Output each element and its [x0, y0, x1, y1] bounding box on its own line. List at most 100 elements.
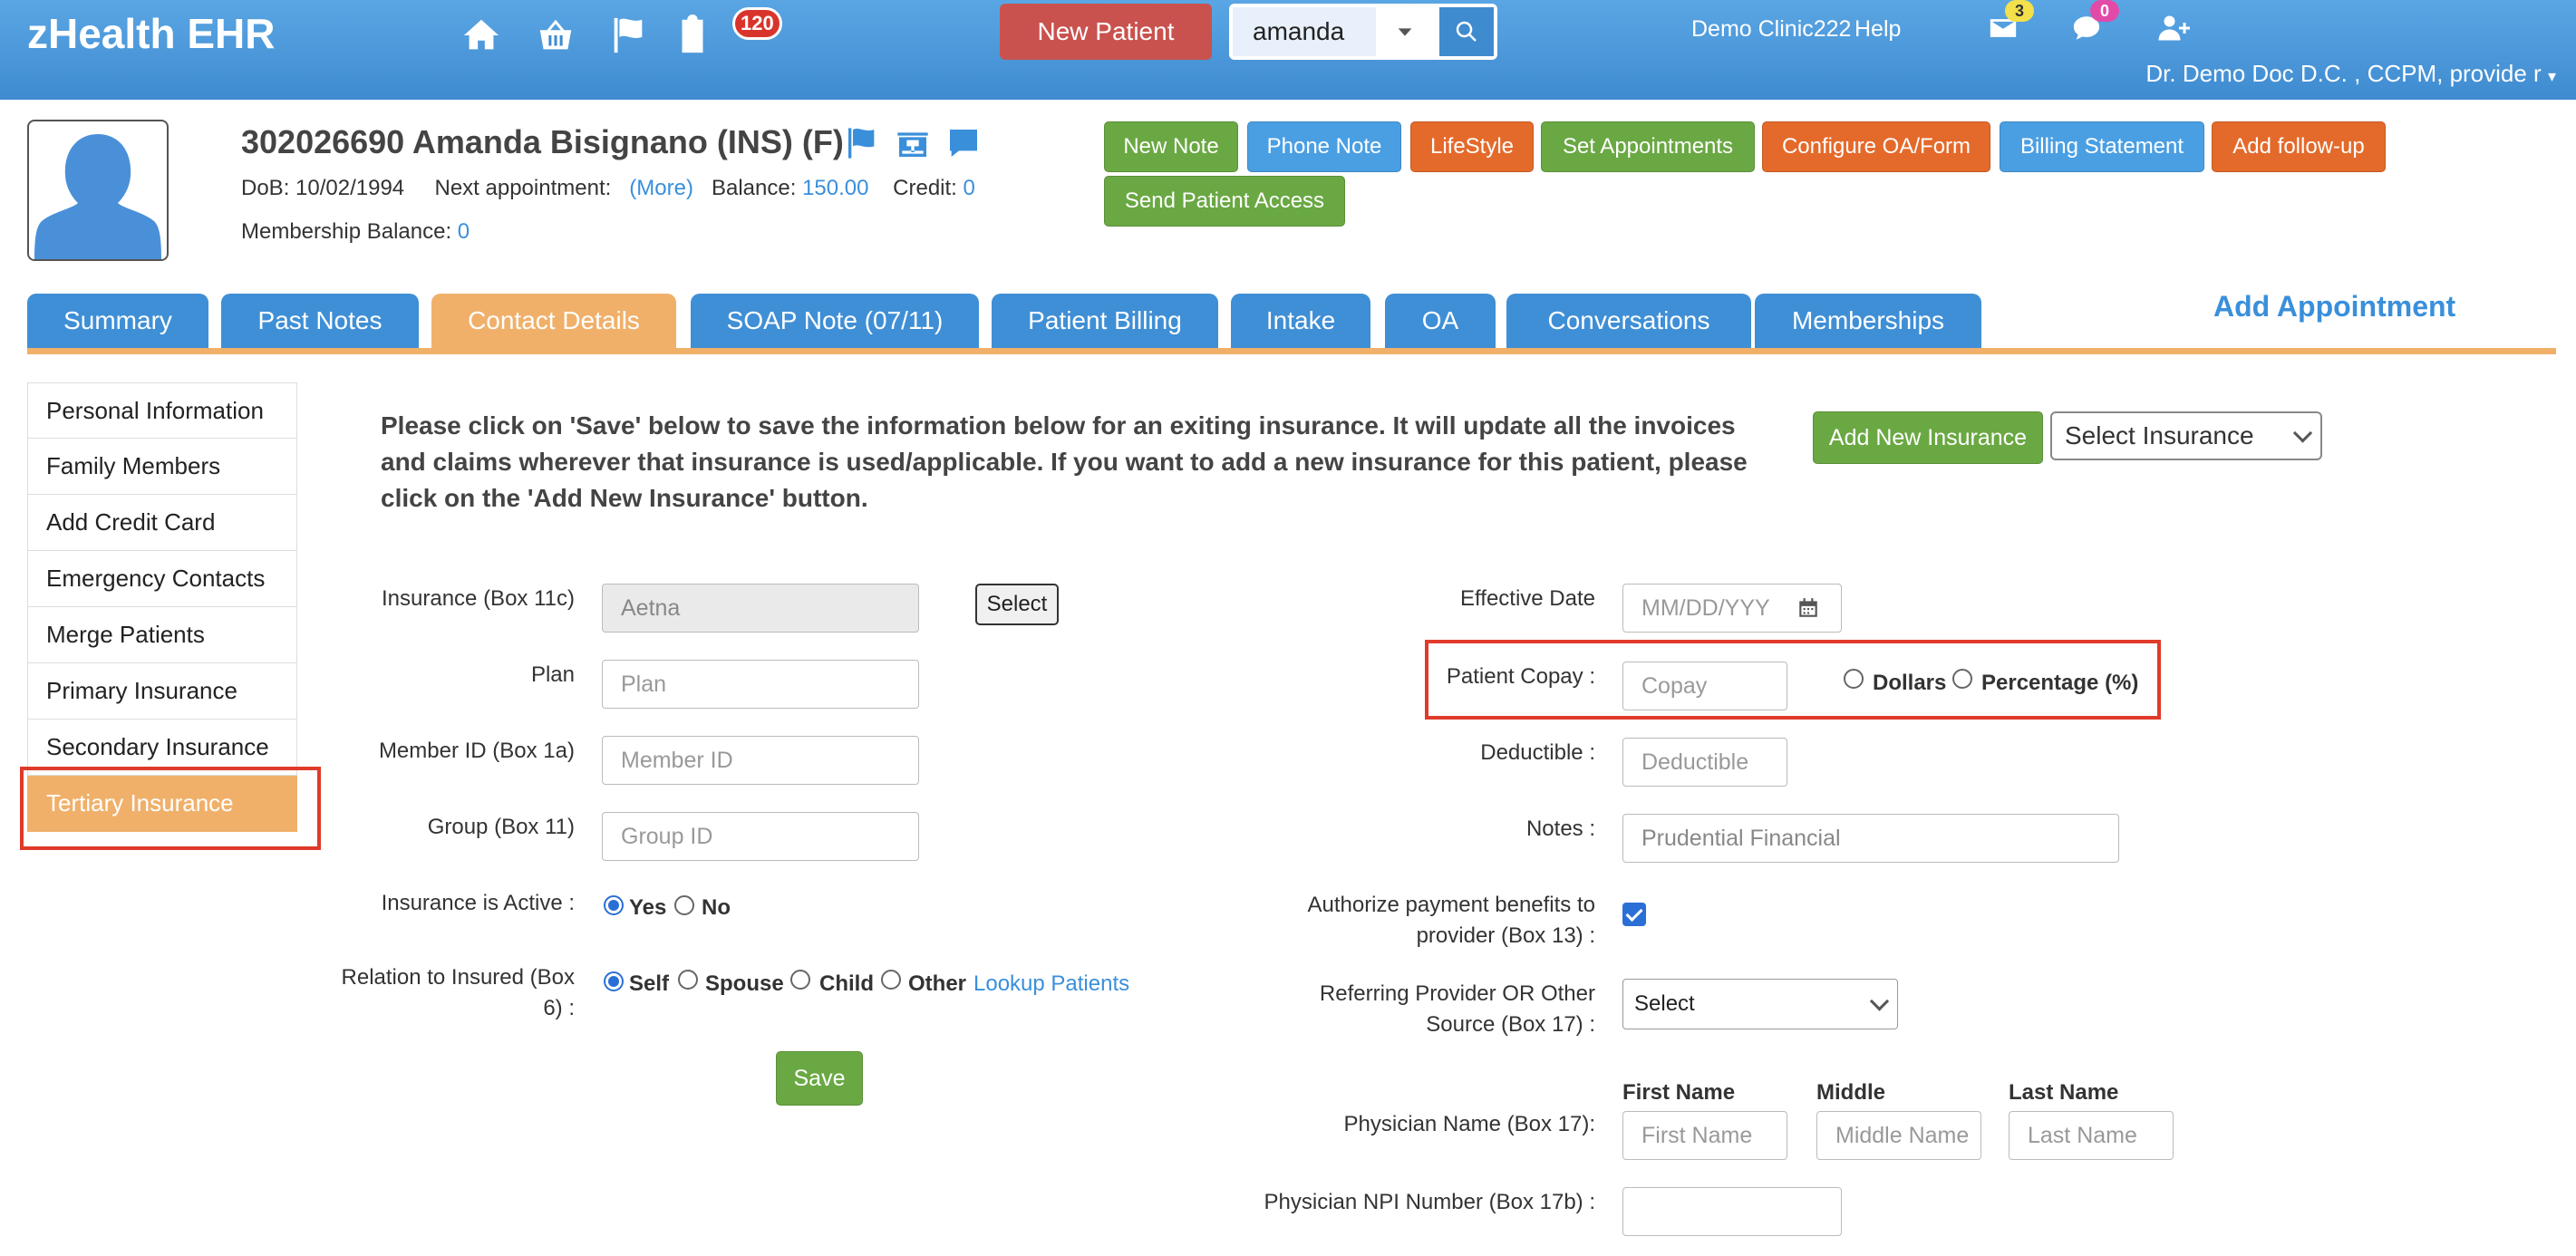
- relation-spouse-label[interactable]: Spouse: [705, 971, 784, 997]
- authorize-label-line2: provider (Box 13) :: [1416, 923, 1595, 948]
- relation-label: Relation to Insured (Box 6) :: [342, 962, 575, 1024]
- patient-avatar[interactable]: [27, 120, 169, 261]
- flag-icon[interactable]: [605, 13, 652, 58]
- balance-value[interactable]: 150.00: [802, 176, 868, 200]
- notes-input[interactable]: Prudential Financial: [1622, 814, 2119, 863]
- insurance-select-button[interactable]: Select: [975, 584, 1059, 625]
- active-no-label[interactable]: No: [702, 895, 731, 921]
- active-yes-radio[interactable]: [604, 895, 624, 915]
- tab-intake[interactable]: Intake: [1231, 294, 1370, 348]
- member-id-input[interactable]: Member ID: [602, 736, 919, 785]
- mail-count-badge: 3: [2005, 0, 2034, 22]
- patient-name: 302026690 Amanda Bisignano (INS) (F): [241, 123, 844, 160]
- tab-contact-details[interactable]: Contact Details: [431, 294, 676, 348]
- authorize-checkbox[interactable]: [1622, 903, 1646, 926]
- user-name: Dr. Demo Doc D.C. , CCPM, provide r: [2145, 60, 2542, 87]
- lookup-patients-link[interactable]: Lookup Patients: [973, 971, 1129, 997]
- save-button[interactable]: Save: [776, 1051, 863, 1106]
- balance-label: Balance:: [711, 176, 797, 200]
- clinic-link[interactable]: Demo Clinic222: [1691, 16, 1851, 43]
- relation-child-radio[interactable]: [790, 970, 810, 990]
- first-name-header: First Name: [1622, 1080, 1736, 1105]
- sidebar-item-emergency-contacts[interactable]: Emergency Contacts: [27, 551, 297, 607]
- comment-icon[interactable]: [944, 125, 983, 161]
- add-user-icon[interactable]: [2150, 5, 2197, 51]
- billing-statement-button[interactable]: Billing Statement: [2000, 121, 2204, 172]
- sidebar-item-family-members[interactable]: Family Members: [27, 439, 297, 495]
- basket-icon[interactable]: [532, 13, 579, 58]
- membership-value[interactable]: 0: [458, 219, 470, 244]
- home-icon[interactable]: [458, 13, 505, 58]
- lifestyle-button[interactable]: LifeStyle: [1410, 121, 1534, 172]
- chevron-down-icon: [1869, 991, 1890, 1011]
- select-insurance-dropdown[interactable]: Select Insurance: [2050, 411, 2322, 460]
- clipboard-icon[interactable]: [669, 13, 716, 58]
- tab-past-notes[interactable]: Past Notes: [221, 294, 419, 348]
- relation-label-line1: Relation to Insured (Box: [341, 965, 575, 990]
- tab-patient-billing[interactable]: Patient Billing: [992, 294, 1218, 348]
- tab-memberships[interactable]: Memberships: [1755, 294, 1981, 348]
- relation-spouse-radio[interactable]: [678, 970, 698, 990]
- relation-label-line2: 6) :: [543, 996, 575, 1020]
- flag-icon[interactable]: [843, 125, 881, 161]
- plan-input[interactable]: Plan: [602, 660, 919, 709]
- next-appointment-label: Next appointment:: [434, 176, 612, 200]
- search-button[interactable]: [1439, 7, 1494, 56]
- user-menu[interactable]: Dr. Demo Doc D.C. , CCPM, provide r ▾: [2145, 60, 2556, 88]
- active-yes-label[interactable]: Yes: [629, 895, 666, 921]
- physician-name-label: Physician Name (Box 17):: [1343, 1112, 1595, 1136]
- more-link[interactable]: (More): [629, 176, 693, 200]
- credit-value[interactable]: 0: [964, 176, 975, 200]
- tab-summary[interactable]: Summary: [27, 294, 208, 348]
- tab-conversations[interactable]: Conversations: [1506, 294, 1751, 348]
- tasks-badge[interactable]: 120: [732, 7, 782, 40]
- hospital-icon[interactable]: [894, 125, 932, 161]
- physician-npi-input[interactable]: [1622, 1187, 1842, 1236]
- relation-other-label[interactable]: Other: [908, 971, 966, 997]
- set-appointments-button[interactable]: Set Appointments: [1541, 121, 1755, 172]
- add-new-insurance-button[interactable]: Add New Insurance: [1813, 411, 2043, 464]
- sidebar-item-primary-insurance[interactable]: Primary Insurance: [27, 663, 297, 720]
- deductible-input[interactable]: Deductible: [1622, 738, 1787, 787]
- chat-count-badge: 0: [2090, 0, 2119, 22]
- search-dropdown[interactable]: [1380, 7, 1430, 56]
- physician-last-name-input[interactable]: Last Name: [2009, 1111, 2174, 1160]
- help-link[interactable]: Help: [1855, 16, 1901, 43]
- insurance-field[interactable]: Aetna: [602, 584, 919, 633]
- relation-child-label[interactable]: Child: [819, 971, 874, 997]
- calendar-button[interactable]: [1775, 584, 1842, 633]
- effective-date-label: Effective Date: [1460, 586, 1595, 611]
- sidebar-item-merge-patients[interactable]: Merge Patients: [27, 607, 297, 663]
- search-input[interactable]: [1233, 7, 1376, 56]
- tab-oa[interactable]: OA: [1385, 294, 1496, 348]
- add-appointment-link[interactable]: Add Appointment: [2213, 290, 2455, 324]
- new-patient-button[interactable]: New Patient: [1000, 4, 1212, 60]
- relation-other-radio[interactable]: [881, 970, 901, 990]
- sidebar-item-add-credit-card[interactable]: Add Credit Card: [27, 495, 297, 551]
- sidebar-item-personal-information[interactable]: Personal Information: [27, 382, 297, 439]
- configure-oa-form-button[interactable]: Configure OA/Form: [1762, 121, 1990, 172]
- insurance-active-label: Insurance is Active :: [381, 891, 575, 915]
- member-id-label: Member ID (Box 1a): [378, 739, 575, 763]
- active-no-radio[interactable]: [674, 895, 694, 915]
- add-follow-up-button[interactable]: Add follow-up: [2212, 121, 2386, 172]
- referring-provider-select[interactable]: Select: [1622, 979, 1898, 1029]
- relation-self-label[interactable]: Self: [629, 971, 669, 997]
- relation-self-radio[interactable]: [604, 971, 624, 991]
- physician-first-name-input[interactable]: First Name: [1622, 1111, 1787, 1160]
- new-note-button[interactable]: New Note: [1104, 121, 1238, 172]
- caret-down-icon: ▾: [2547, 67, 2556, 85]
- patient-details-line: DoB: 10/02/1994 Next appointment: (More)…: [241, 176, 975, 201]
- physician-middle-name-input[interactable]: Middle Name: [1816, 1111, 1981, 1160]
- tab-underline: [27, 348, 2556, 354]
- patient-icons: [843, 125, 983, 161]
- chevron-down-icon: [2292, 423, 2313, 443]
- group-id-input[interactable]: Group ID: [602, 812, 919, 861]
- effective-date-input[interactable]: MM/DD/YYY: [1622, 584, 1777, 633]
- send-patient-access-button[interactable]: Send Patient Access: [1104, 176, 1345, 227]
- notes-label: Notes :: [1525, 816, 1595, 841]
- phone-note-button[interactable]: Phone Note: [1247, 121, 1401, 172]
- tab-soap-note[interactable]: SOAP Note (07/11): [691, 294, 979, 348]
- dob-value: 10/02/1994: [295, 176, 405, 200]
- app-logo[interactable]: zHealth EHR: [27, 9, 275, 58]
